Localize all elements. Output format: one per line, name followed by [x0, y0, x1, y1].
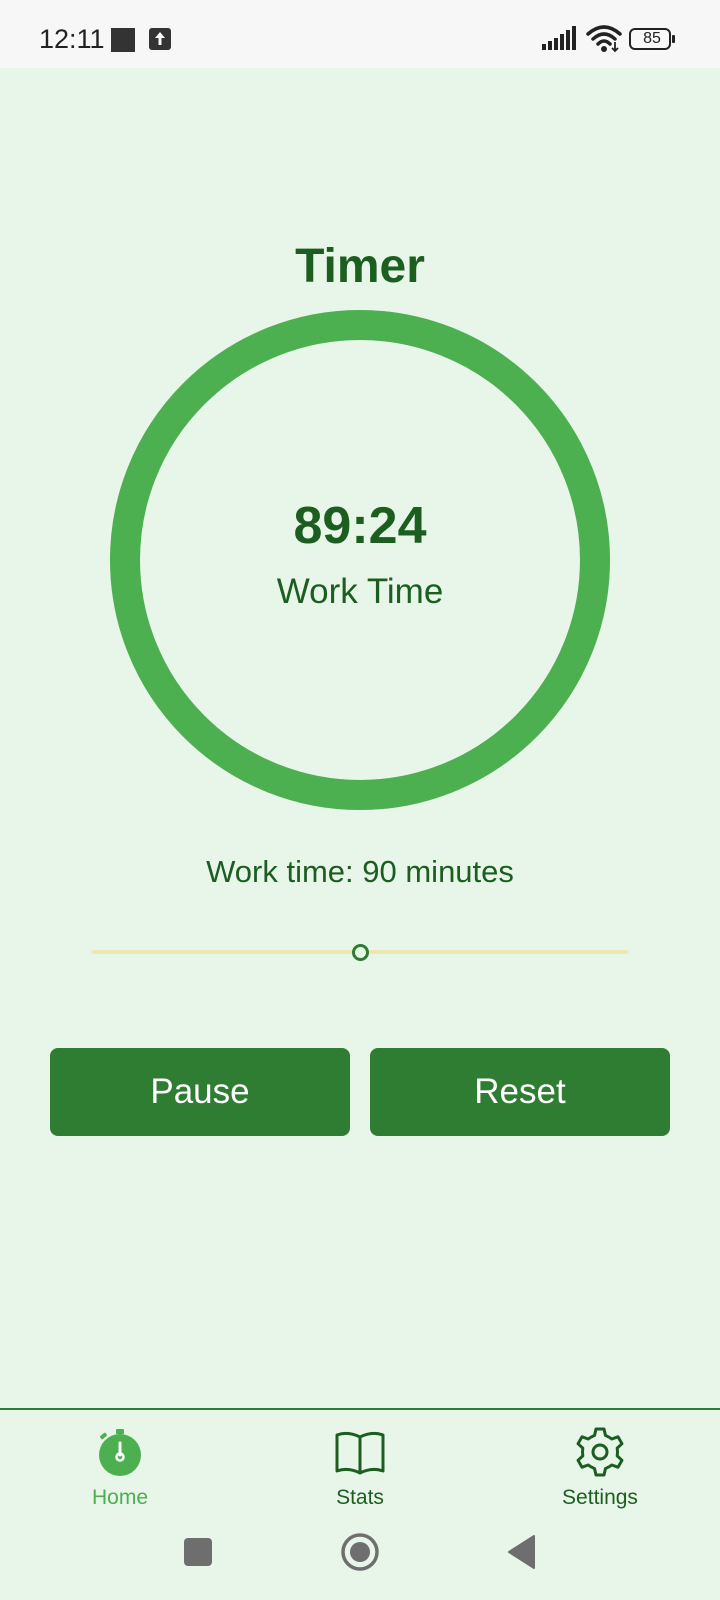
home-circle-icon[interactable]: [340, 1532, 380, 1572]
work-duration-slider[interactable]: [92, 932, 628, 972]
battery-level: 85: [643, 30, 661, 47]
recents-square-icon[interactable]: [184, 1538, 212, 1566]
notification-square-icon: [111, 28, 135, 52]
nav-item-home[interactable]: Home: [20, 1410, 220, 1520]
signal-icon: [542, 26, 576, 50]
stopwatch-icon: [99, 1429, 141, 1476]
progress-ring: [110, 310, 610, 810]
status-time: 12:11: [39, 24, 105, 54]
nav-label-home: Home: [91, 1486, 149, 1509]
timer-display: 89:24: [293, 497, 427, 555]
book-icon: [335, 1431, 385, 1475]
nav-item-stats[interactable]: Stats: [260, 1410, 460, 1520]
pause-button[interactable]: Pause: [50, 1048, 350, 1136]
gear-icon: [576, 1427, 624, 1477]
wifi-icon: [586, 25, 622, 53]
page-title: Timer: [295, 240, 425, 293]
nav-label-settings: Settings: [562, 1486, 638, 1509]
back-triangle-icon[interactable]: [506, 1534, 538, 1570]
reset-button[interactable]: Reset: [370, 1048, 670, 1136]
nav-label-stats: Stats: [336, 1486, 384, 1509]
timer-mode-label: Work Time: [276, 572, 444, 611]
progress-ring-fill: [110, 310, 610, 810]
bottom-navigation: Home Stats Settings: [0, 1408, 720, 1522]
app-screen: 12:11 85 Timer 89:24 Work Time Work time…: [0, 0, 720, 1600]
status-bar: 12:11 85: [0, 0, 720, 68]
slider-thumb[interactable]: [352, 944, 369, 961]
upload-icon: [149, 28, 171, 50]
nav-item-settings[interactable]: Settings: [500, 1410, 700, 1520]
work-duration-label: Work time: 90 minutes: [206, 854, 514, 889]
system-navigation-bar: [0, 1520, 720, 1600]
